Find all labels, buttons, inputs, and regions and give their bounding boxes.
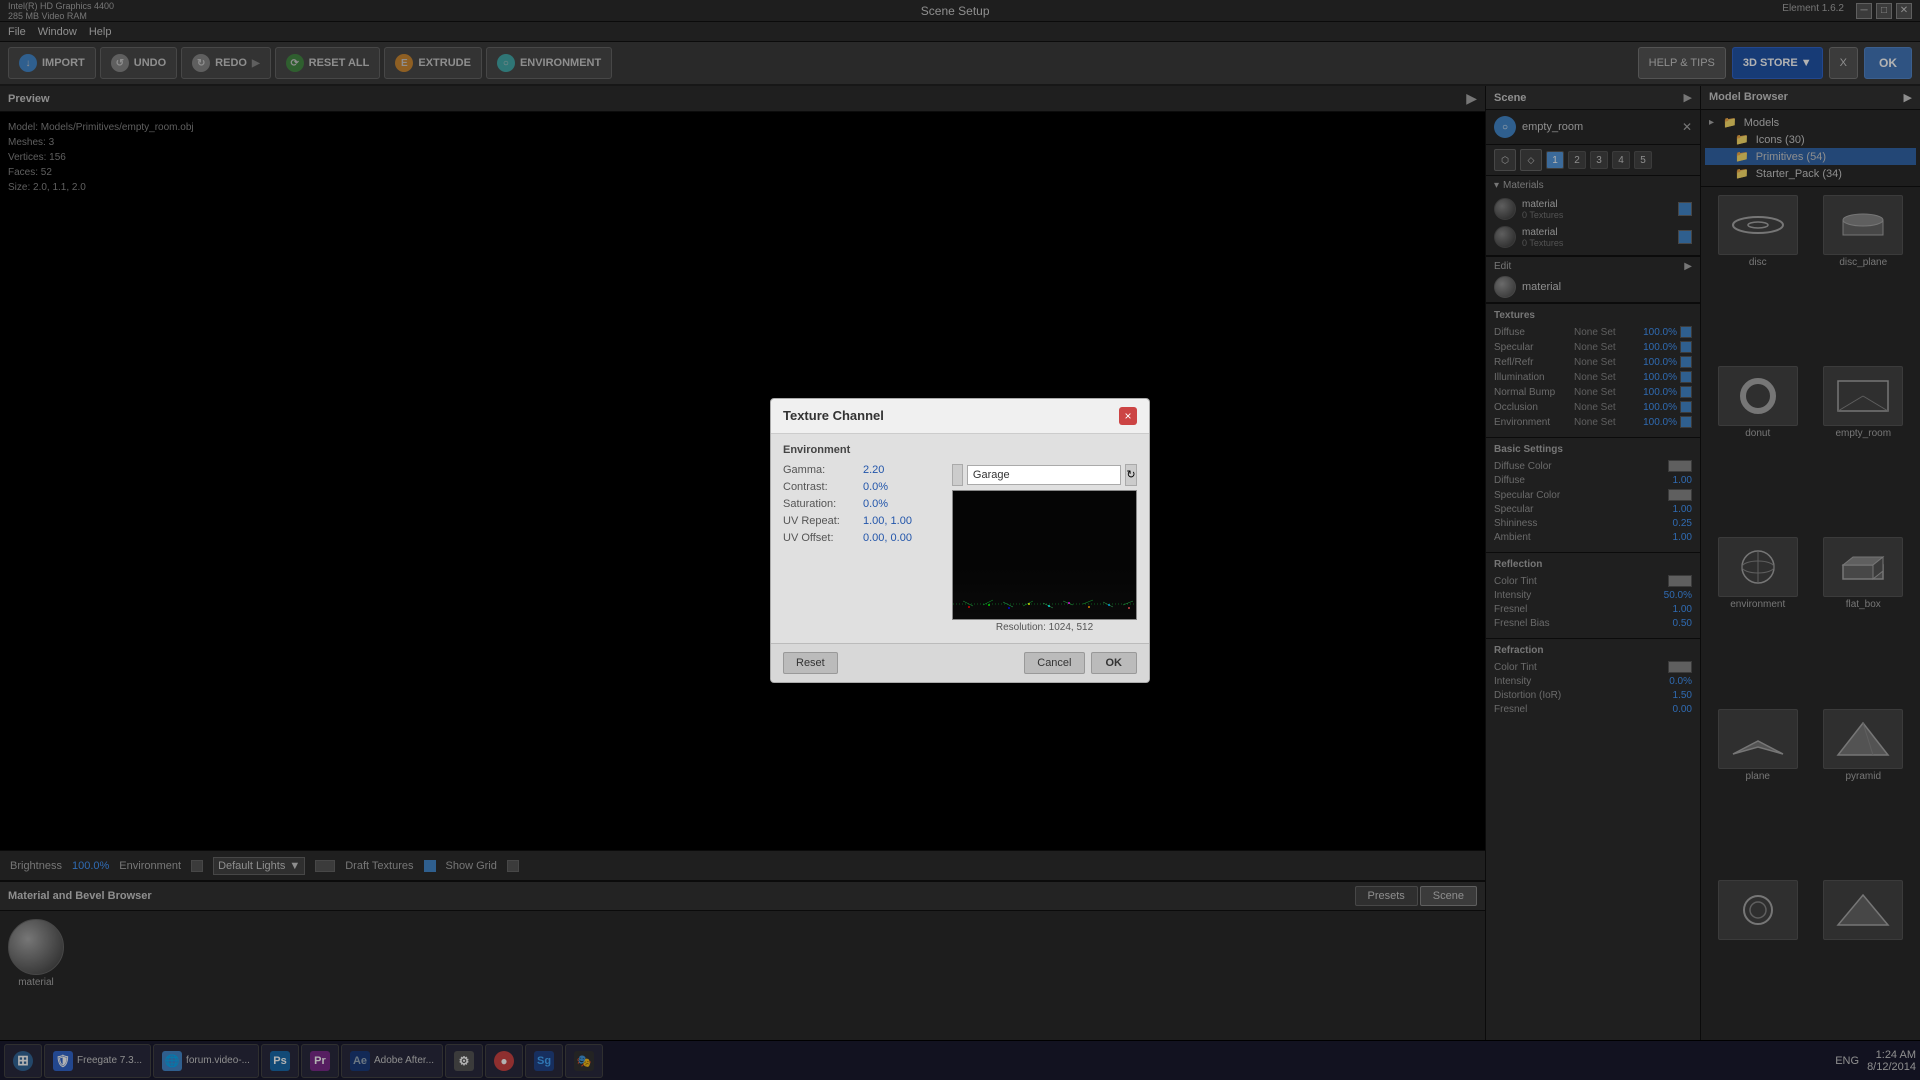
texture-channel-dialog: Texture Channel × Environment Gamma: 2.2…: [770, 398, 1150, 683]
uv-repeat-value[interactable]: 1.00, 1.00: [863, 515, 912, 527]
dialog-dropdown-arrow[interactable]: ▼: [952, 464, 963, 486]
dialog-uv-repeat-field: UV Repeat: 1.00, 1.00: [783, 515, 932, 527]
dialog-preview-area: ▼ ↻: [952, 464, 1137, 633]
dialog-resolution: Resolution: 1024, 512: [952, 622, 1137, 633]
dialog-title: Texture Channel: [783, 408, 884, 423]
saturation-value[interactable]: 0.0%: [863, 498, 888, 510]
dialog-section-environment: Environment: [783, 444, 1137, 456]
dialog-fields: Gamma: 2.20 Contrast: 0.0% Saturation: 0…: [783, 464, 932, 633]
dialog-action-buttons: Cancel OK: [1024, 652, 1137, 674]
dialog-reset-button[interactable]: Reset: [783, 652, 838, 674]
dialog-uv-offset-field: UV Offset: 0.00, 0.00: [783, 532, 932, 544]
dialog-header: Texture Channel ×: [771, 399, 1149, 434]
dialog-refresh-button[interactable]: ↻: [1125, 464, 1137, 486]
dialog-footer: Reset Cancel OK: [771, 643, 1149, 682]
uv-offset-value[interactable]: 0.00, 0.00: [863, 532, 912, 544]
dialog-contrast-field: Contrast: 0.0%: [783, 481, 932, 493]
dialog-texture-input[interactable]: [967, 465, 1121, 485]
dialog-ok-button[interactable]: OK: [1091, 652, 1138, 674]
dialog-overlay: Texture Channel × Environment Gamma: 2.2…: [0, 0, 1920, 1080]
dialog-preview-image: [952, 490, 1137, 620]
dialog-dropdown-row: ▼ ↻: [952, 464, 1137, 486]
contrast-value[interactable]: 0.0%: [863, 481, 888, 493]
dialog-gamma-field: Gamma: 2.20: [783, 464, 932, 476]
dialog-close-button[interactable]: ×: [1119, 407, 1137, 425]
gamma-value[interactable]: 2.20: [863, 464, 884, 476]
dialog-cancel-button[interactable]: Cancel: [1024, 652, 1084, 674]
dialog-saturation-field: Saturation: 0.0%: [783, 498, 932, 510]
dialog-body: Environment Gamma: 2.20 Contrast: 0.0% S…: [771, 434, 1149, 643]
